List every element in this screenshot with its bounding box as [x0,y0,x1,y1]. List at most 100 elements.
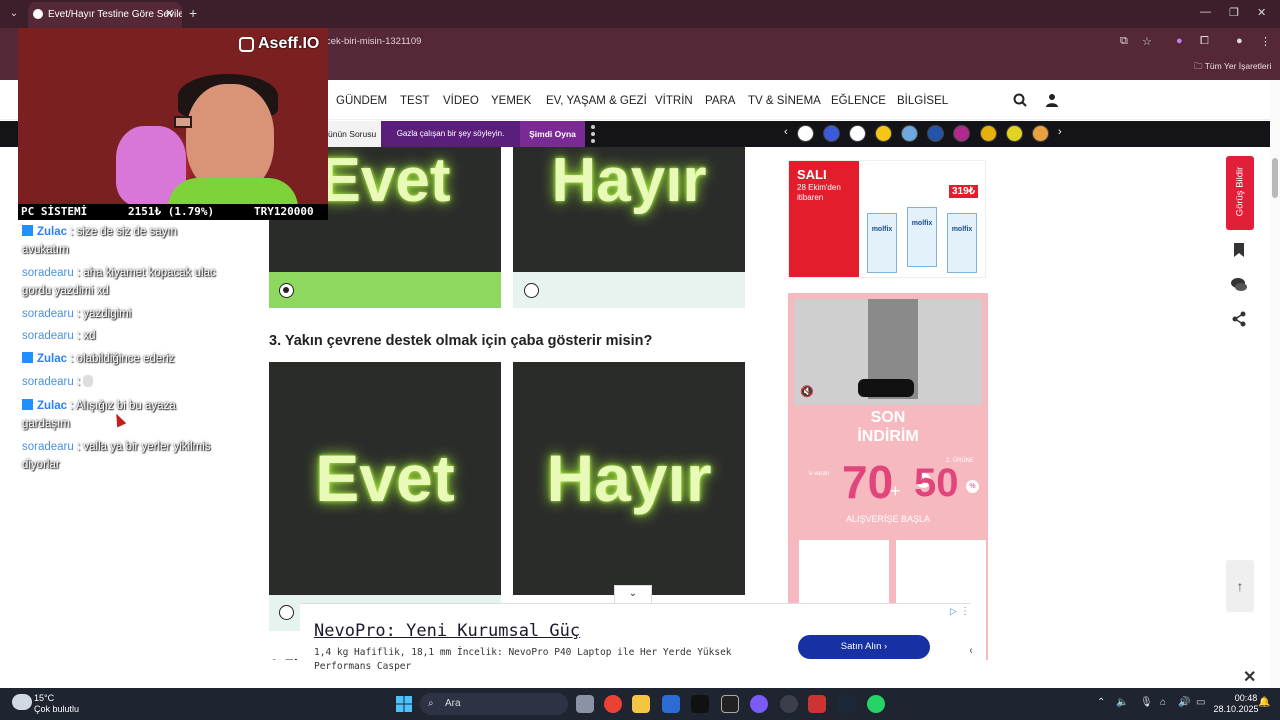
promo-question-text[interactable]: Gazla çalışan bir şey söyleyin. [381,121,520,147]
nav-yemek[interactable]: YEMEK [491,95,531,107]
ad-video[interactable]: 🔇 [794,299,982,405]
app-x-icon[interactable] [721,695,739,713]
tray-battery-icon[interactable]: ▭ [1196,697,1205,708]
ad-collapse-chevron-icon[interactable]: ⌄ [614,585,652,603]
bottom-ad-title[interactable]: NevoPro: Yeni Kurumsal Güç [314,621,580,641]
taskbar-search[interactable]: Ara [420,693,568,715]
story-circle-icon[interactable] [1032,125,1049,142]
story-circle-icon[interactable] [953,125,970,142]
chat-message: soradearu : yazdigimi [22,305,222,323]
extension-icon[interactable]: ● [1176,35,1183,47]
tray-volume-icon[interactable]: 🔊 [1178,697,1190,708]
tab-search-icon[interactable]: ⌄ [6,6,22,22]
minimize-icon[interactable]: — [1200,6,1211,18]
obs-icon[interactable] [780,695,798,713]
whatsapp-icon[interactable] [867,695,885,713]
app-red-icon[interactable] [808,695,826,713]
promo-play-now[interactable]: Şimdi Oyna [520,121,585,147]
tray-mic-icon[interactable]: 🎙 [1140,697,1153,708]
story-circle-icon[interactable] [849,125,866,142]
scrollbar-thumb[interactable] [1272,158,1278,198]
story-circle-icon[interactable] [797,125,814,142]
share-icon[interactable] [1230,310,1248,328]
chat-text: : olabildiğince ederiz [70,353,175,365]
q2-option-yes-bar[interactable] [269,272,501,308]
tab-close-icon[interactable]: ✕ [165,7,174,20]
comments-icon[interactable] [1230,276,1248,294]
q3-yes-radio[interactable] [279,605,294,620]
notification-bell-icon[interactable]: 🔔 [1258,697,1270,708]
nav-ev-yasam-gezi[interactable]: EV, YAŞAM & GEZİ [546,95,647,107]
tray-speaker-icon[interactable]: 🔈 [1116,697,1128,708]
story-circle-icon[interactable] [875,125,892,142]
close-ad-icon[interactable]: ✕ [1243,667,1256,687]
nav-bilgisel[interactable]: BİLGİSEL [897,95,948,107]
weather-condition[interactable]: Çok bulutlu [34,704,79,714]
story-circle-icon[interactable] [927,125,944,142]
nav-eglence[interactable]: EĞLENCE [831,95,886,107]
story-circle-icon[interactable] [823,125,840,142]
bookmark-icon[interactable] [1230,241,1248,259]
q3-option-no-image[interactable]: Hayır [513,362,745,595]
mute-icon[interactable]: 🔇 [800,385,814,398]
profile-avatar-icon[interactable]: ● [1236,35,1243,47]
clock-date[interactable]: 28.10.2025 [1208,704,1264,714]
browser-menu-icon[interactable]: ⋮ [1260,35,1271,48]
restore-icon[interactable]: ❐ [1229,6,1239,19]
browser-tab-active[interactable]: Evet/Hayır Testine Göre Sevilecek [28,2,182,28]
bookmark-star-icon[interactable]: ☆ [1142,35,1152,48]
cloud-icon[interactable] [12,694,32,710]
tray-chevron-icon[interactable]: ⌃ [1097,697,1105,708]
user-icon[interactable] [1045,93,1059,107]
app-h-icon[interactable] [691,695,709,713]
chat-message: Zulac : olabildiğince ederiz [22,350,222,368]
install-app-icon[interactable]: ⧉ [1120,35,1128,48]
q2-no-radio[interactable] [524,283,539,298]
windows-start-icon[interactable] [396,696,412,712]
q3-option-yes-image[interactable]: Evet [269,362,501,595]
story-circle-icon[interactable] [980,125,997,142]
task-view-icon[interactable] [576,695,594,713]
app-circle-icon[interactable] [750,695,768,713]
carousel-next-icon[interactable]: › [1058,126,1062,138]
nav-gundem[interactable]: GÜNDEM [336,95,387,107]
nav-vitrin[interactable]: VİTRİN [655,95,693,107]
buy-now-button[interactable]: Satın Alın › [798,635,930,659]
molfix-ad[interactable]: SALI 28 Ekim'den itibaren 319₺ molfix mo… [788,160,986,278]
scroll-to-top-button[interactable]: ↑ [1226,560,1254,612]
nav-video[interactable]: VİDEO [443,95,479,107]
all-bookmarks-folder[interactable]: 🗀 Tüm Yer İşaretleri [1194,61,1271,75]
nav-para[interactable]: PARA [705,95,735,107]
promo-more-icon[interactable] [590,124,596,144]
weather-temperature[interactable]: 15°C [34,693,54,703]
search-icon[interactable] [1013,93,1027,107]
promo-question-of-day[interactable]: ünün Sorusu [328,121,381,147]
window-close-icon[interactable]: ✕ [1257,6,1266,19]
file-explorer-icon[interactable] [632,695,650,713]
q2-option-no-image[interactable]: Hayır [513,147,745,272]
nav-test[interactable]: TEST [400,95,429,107]
nav-tv-sinema[interactable]: TV & SİNEMA [748,95,821,107]
feedback-button[interactable]: Görüş Bildir [1226,156,1254,230]
steam-icon[interactable] [838,695,856,713]
story-circle-icon[interactable] [1006,125,1023,142]
story-circle-icon[interactable] [901,125,918,142]
q3-yes-text: Evet [315,441,455,515]
ad-cta[interactable]: ALIŞVERİŞE BAŞLA [788,514,988,524]
chrome-icon[interactable] [604,695,622,713]
address-bar[interactable]: cek-biri-misin-1321109 [326,36,421,47]
ad-small-1: 'e varan [808,471,830,477]
diaper-pack: molfix [867,213,897,273]
new-tab-icon[interactable]: + [189,5,197,21]
q2-option-no-bar[interactable] [513,272,745,308]
tray-network-icon[interactable]: ⌂ [1160,697,1166,708]
extensions-puzzle-icon[interactable]: ⧠ [1200,35,1209,48]
ad-headline-1: SON [870,409,906,426]
carousel-prev-icon[interactable]: ‹ [784,126,788,138]
q2-yes-radio-checked[interactable] [279,283,294,298]
adchoices-icon[interactable]: ▷ [950,606,957,617]
outlook-icon[interactable] [662,695,680,713]
ticker-mid: 2151₺ (1.79%) [128,205,215,218]
q3-no-text: Hayır [546,441,712,515]
ad-options-icon[interactable]: ⋮ [960,606,970,617]
